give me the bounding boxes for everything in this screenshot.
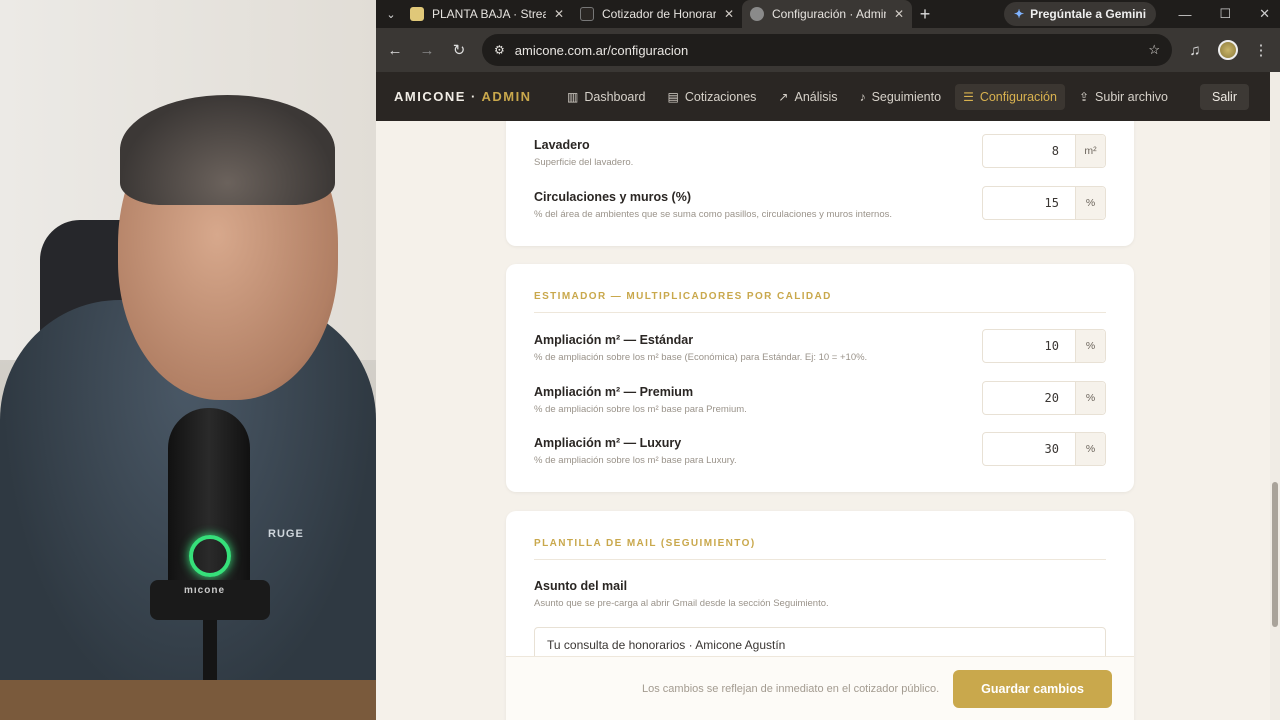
nav-label: Seguimiento — [871, 89, 942, 104]
setting-label: Asunto del mail — [534, 579, 628, 593]
premium-input[interactable] — [983, 382, 1075, 414]
tab-title: Configuración · Admin — [772, 7, 886, 21]
desk — [0, 680, 376, 720]
nav-subir-archivo[interactable]: ⇪ Subir archivo — [1071, 84, 1176, 110]
areas-card: Lavadero Superficie del lavadero. m² Cir… — [506, 121, 1134, 246]
tab-bar: ⌄ PLANTA BAJA · Streaming ✕ Cotizador de… — [376, 0, 1280, 28]
number-field: m² — [982, 134, 1106, 168]
chart-bar-icon: ▥ — [567, 89, 579, 104]
setting-row-luxury: Ampliación m² — Luxury % de ampliación s… — [534, 432, 1106, 476]
media-controls-icon[interactable]: ♫ — [1186, 42, 1204, 59]
line-chart-icon: ↗ — [778, 89, 789, 104]
tab-cotizador[interactable]: Cotizador de Honorarios ✕ — [572, 0, 742, 28]
gemini-button[interactable]: ✦ Pregúntale a Gemini — [1004, 2, 1157, 26]
nav-analisis[interactable]: ↗ Análisis — [770, 84, 845, 110]
window-controls: — ☐ ✕ — [1178, 0, 1270, 28]
setting-row-premium: Ampliación m² — Premium % de ampliación … — [534, 381, 1106, 425]
scrollbar-thumb[interactable] — [1272, 482, 1278, 627]
section-heading: PLANTILLA DE MAIL (SEGUIMIENTO) — [534, 538, 1106, 560]
unit-label: m² — [1075, 135, 1105, 167]
page-scrollbar[interactable] — [1270, 72, 1280, 720]
back-icon[interactable]: ← — [386, 42, 404, 59]
save-bar: Los cambios se reflejan de inmediato en … — [506, 656, 1134, 720]
setting-description: Asunto que se pre-carga al abrir Gmail d… — [534, 598, 829, 609]
tab-title: PLANTA BAJA · Streaming — [432, 7, 546, 21]
save-button[interactable]: Guardar cambios — [953, 669, 1112, 708]
setting-row-lavadero: Lavadero Superficie del lavadero. m² — [534, 134, 1106, 178]
bookmark-star-icon[interactable]: ☆ — [1148, 42, 1160, 58]
unit-label: % — [1075, 382, 1105, 414]
maximize-icon[interactable]: ☐ — [1219, 6, 1231, 22]
luxury-input[interactable] — [983, 433, 1075, 465]
nav-label: Análisis — [794, 89, 838, 104]
forward-icon[interactable]: → — [418, 42, 436, 59]
microphone-brand: mıcone — [184, 585, 226, 596]
nav-dashboard[interactable]: ▥ Dashboard — [559, 84, 654, 110]
nav-cotizaciones[interactable]: ▤ Cotizaciones — [660, 84, 765, 110]
profile-avatar[interactable] — [1218, 40, 1238, 60]
webcam-overlay: RUGE mıcone — [0, 0, 376, 720]
section-heading: ESTIMADOR — MULTIPLICADORES POR CALIDAD — [534, 291, 1106, 313]
main-nav: ▥ Dashboard ▤ Cotizaciones ↗ Análisis ♪ Segu… — [559, 83, 1176, 110]
number-field: % — [982, 432, 1106, 466]
close-icon[interactable]: ✕ — [724, 7, 734, 21]
tab-configuracion[interactable]: Configuración · Admin ✕ — [742, 0, 912, 28]
site-info-icon[interactable]: ⚙ — [494, 43, 505, 57]
close-icon[interactable]: ✕ — [554, 7, 564, 21]
sliders-icon: ☰ — [963, 89, 974, 104]
save-note: Los cambios se reflejan de inmediato en … — [642, 682, 940, 695]
tab-title: Cotizador de Honorarios — [602, 7, 716, 21]
new-tab-button[interactable]: + — [912, 4, 938, 25]
tab-favicon — [580, 7, 594, 21]
reload-icon[interactable]: ↻ — [450, 41, 468, 59]
setting-row-asunto: Asunto del mail Asunto que se pre-carga … — [534, 579, 1106, 619]
url-field[interactable]: ⚙ amicone.com.ar/configuracion ☆ — [482, 34, 1172, 66]
brand-main: AMICONE · — [394, 89, 482, 104]
document-icon: ▤ — [667, 89, 679, 104]
setting-row-circulaciones: Circulaciones y muros (%) % del área de … — [534, 186, 1106, 230]
nav-label: Cotizaciones — [684, 89, 757, 104]
upload-icon: ⇪ — [1078, 89, 1090, 104]
app-navbar: AMICONE · ADMIN ▥ Dashboard ▤ Cotizaciones… — [376, 72, 1280, 121]
address-bar: ← → ↻ ⚙ amicone.com.ar/configuracion ☆ ♫… — [376, 28, 1280, 72]
url-text: amicone.com.ar/configuracion — [514, 42, 689, 58]
nav-seguimiento[interactable]: ♪ Seguimiento — [852, 84, 950, 110]
globe-icon — [750, 7, 764, 21]
kebab-menu-icon[interactable]: ⋮ — [1252, 41, 1270, 59]
lavadero-input[interactable] — [983, 135, 1075, 167]
microphone-led-ring — [189, 535, 231, 577]
minimize-icon[interactable]: — — [1178, 7, 1191, 22]
tab-planta-baja[interactable]: PLANTA BAJA · Streaming ✕ — [402, 0, 572, 28]
close-icon[interactable]: ✕ — [894, 7, 904, 21]
nav-label: Subir archivo — [1095, 89, 1168, 104]
shirt-logo: RUGE — [268, 528, 304, 540]
gemini-label: Pregúntale a Gemini — [1030, 7, 1147, 21]
number-field: % — [982, 329, 1106, 363]
unit-label: % — [1075, 330, 1105, 362]
setting-row-estandar: Ampliación m² — Estándar % de ampliación… — [534, 329, 1106, 373]
circulaciones-input[interactable] — [983, 187, 1075, 219]
estimador-card: ESTIMADOR — MULTIPLICADORES POR CALIDAD … — [506, 264, 1134, 492]
settings-content: Lavadero Superficie del lavadero. m² Cir… — [376, 121, 1280, 720]
brand-accent: ADMIN — [481, 89, 532, 104]
nav-label: Dashboard — [584, 89, 646, 104]
browser-window: ⌄ PLANTA BAJA · Streaming ✕ Cotizador de… — [376, 0, 1280, 720]
unit-label: % — [1075, 187, 1105, 219]
number-field: % — [982, 381, 1106, 415]
unit-label: % — [1075, 433, 1105, 465]
close-window-icon[interactable]: ✕ — [1259, 6, 1270, 22]
tab-search-icon[interactable]: ⌄ — [380, 3, 402, 25]
person-hair — [120, 95, 335, 205]
logout-button[interactable]: Salir — [1199, 83, 1249, 110]
brand-logo[interactable]: AMICONE · ADMIN — [394, 89, 559, 104]
nav-configuracion[interactable]: ☰ Configuración — [955, 83, 1065, 110]
tab-favicon — [410, 7, 424, 21]
bell-icon: ♪ — [859, 89, 866, 104]
number-field: % — [982, 186, 1106, 220]
nav-label: Configuración — [979, 89, 1057, 104]
gemini-icon: ✦ — [1014, 7, 1025, 21]
estandar-input[interactable] — [983, 330, 1075, 362]
